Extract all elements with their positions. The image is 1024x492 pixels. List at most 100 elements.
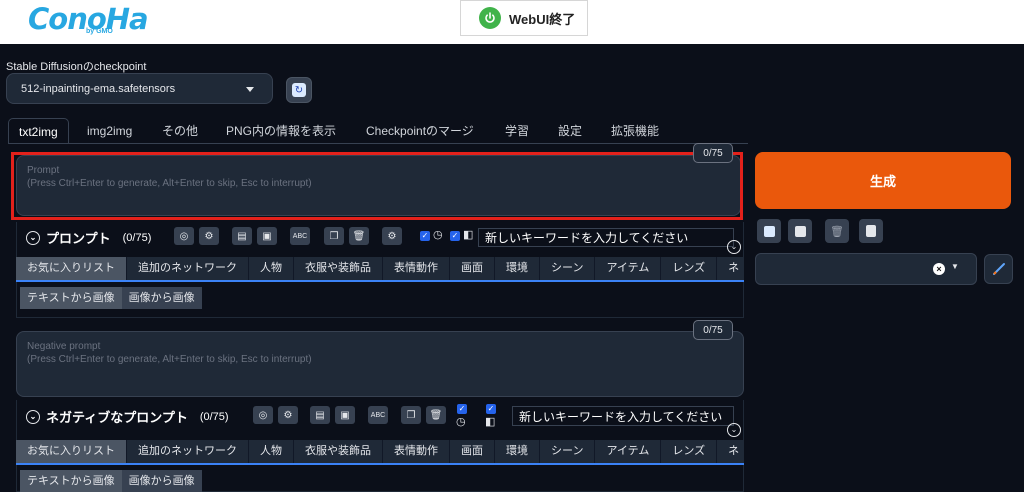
- generate-button[interactable]: 生成: [755, 152, 1011, 209]
- checkpoint-value: 512-inpainting-ema.safetensors: [21, 82, 176, 95]
- tab-divider: [8, 143, 748, 144]
- category-screen[interactable]: 画面: [450, 440, 495, 463]
- category-favorites[interactable]: お気に入りリスト: [16, 440, 127, 463]
- checkbox-checked[interactable]: ✓: [457, 404, 467, 414]
- gear-icon[interactable]: ⚙: [199, 227, 219, 245]
- negative-section-count: (0/75): [199, 410, 229, 423]
- prompt-section-title: プロンプト: [46, 231, 111, 246]
- checkpoint-select[interactable]: 512-inpainting-ema.safetensors: [6, 73, 273, 104]
- category-environment[interactable]: 環境: [495, 440, 540, 463]
- subtab-text-to-image[interactable]: テキストから画像: [20, 287, 122, 309]
- keyword-input[interactable]: 新しいキーワードを入力してください: [478, 228, 734, 247]
- globe-icon[interactable]: ◎: [174, 227, 194, 245]
- clock-icon: ◷: [433, 229, 443, 241]
- panel-icon: ◧: [485, 416, 496, 428]
- extra-networks-button[interactable]: [859, 219, 883, 243]
- settings-icon[interactable]: ⚙: [382, 227, 402, 245]
- negative-keyword-input[interactable]: 新しいキーワードを入力してください: [512, 406, 734, 426]
- refresh-checkpoint-button[interactable]: ↻: [286, 77, 312, 103]
- prompt-section-count: (0/75): [122, 231, 152, 244]
- tab-checkpoint-merger[interactable]: Checkpointのマージ: [356, 118, 484, 144]
- category-scene[interactable]: シーン: [540, 257, 596, 280]
- collapse-chevron-icon[interactable]: ⌄: [727, 240, 741, 254]
- tab-settings[interactable]: 設定: [548, 118, 592, 144]
- tab-png-info[interactable]: PNG内の情報を表示: [216, 118, 346, 144]
- category-screen[interactable]: 画面: [450, 257, 495, 280]
- checkpoint-label: Stable Diffusionのcheckpoint: [6, 61, 147, 73]
- keyword-placeholder: 新しいキーワードを入力してください: [485, 231, 689, 245]
- logo-byline: by GMO: [86, 28, 113, 35]
- caret-down-icon: [246, 87, 254, 92]
- quit-label: WebUI終了: [509, 11, 576, 27]
- highlight-box: [11, 152, 743, 220]
- arrow-corner-icon: [763, 225, 775, 237]
- negative-prompt-textarea[interactable]: Negative prompt (Press Ctrl+Enter to gen…: [16, 331, 744, 397]
- category-networks[interactable]: 追加のネットワーク: [127, 440, 249, 463]
- negative-section-title: ネガティブなプロンプト: [46, 410, 188, 425]
- chevron-down-icon: ⌄: [26, 230, 40, 245]
- category-expression[interactable]: 表情動作: [383, 257, 450, 280]
- document-icon[interactable]: ▤: [310, 406, 330, 424]
- tab-img2img[interactable]: img2img: [77, 118, 142, 144]
- category-more[interactable]: ネ: [717, 257, 744, 280]
- document-icon[interactable]: ▤: [232, 227, 252, 245]
- subtab-image-to-image[interactable]: 画像から画像: [122, 287, 202, 309]
- clear-styles-icon[interactable]: ×: [933, 263, 945, 275]
- prompt-category-tabs: お気に入りリスト 追加のネットワーク 人物 衣服や装飾品 表情動作 画面 環境 …: [16, 257, 744, 282]
- tab-txt2img[interactable]: txt2img: [8, 118, 69, 144]
- webui-quit-button[interactable]: WebUI終了: [460, 0, 588, 36]
- category-scene[interactable]: シーン: [540, 440, 596, 463]
- category-clothing[interactable]: 衣服や装飾品: [294, 440, 383, 463]
- category-more[interactable]: ネ: [717, 440, 744, 463]
- main-tabs: txt2img img2img その他 PNG内の情報を表示 Checkpoin…: [8, 118, 748, 144]
- category-networks[interactable]: 追加のネットワーク: [127, 257, 249, 280]
- category-item[interactable]: アイテム: [595, 257, 662, 280]
- top-bar: ConoHa by GMO WebUI終了: [0, 0, 1024, 44]
- paste-params-button[interactable]: [788, 219, 812, 243]
- category-favorites[interactable]: お気に入りリスト: [16, 257, 127, 280]
- negative-section-header[interactable]: ⌄ ネガティブなプロンプト (0/75): [26, 407, 229, 426]
- category-item[interactable]: アイテム: [595, 440, 662, 463]
- clipboard-icon: [866, 225, 876, 237]
- abc-icon[interactable]: ABC: [290, 227, 310, 245]
- clear-prompt-button[interactable]: 🗑: [825, 219, 849, 243]
- category-environment[interactable]: 環境: [495, 257, 540, 280]
- category-lens[interactable]: レンズ: [661, 440, 718, 463]
- caret-down-icon: ▼: [951, 262, 959, 271]
- category-person[interactable]: 人物: [249, 440, 294, 463]
- refresh-icon: ↻: [292, 83, 306, 97]
- bookmark-icon[interactable]: ▣: [335, 406, 355, 424]
- trash-icon[interactable]: 🗑: [349, 227, 369, 245]
- trash-icon[interactable]: 🗑: [426, 406, 446, 424]
- gear-icon[interactable]: ⚙: [278, 406, 298, 424]
- checkbox-checked[interactable]: ✓: [420, 231, 430, 241]
- power-icon: [479, 7, 501, 29]
- negative-token-counter: 0/75: [693, 320, 733, 340]
- edit-styles-button[interactable]: [984, 254, 1013, 284]
- read-params-button[interactable]: [757, 219, 781, 243]
- category-lens[interactable]: レンズ: [661, 257, 718, 280]
- subtab-image-to-image[interactable]: 画像から画像: [122, 470, 202, 492]
- negative-placeholder-title: Negative prompt: [27, 341, 101, 352]
- checkbox-checked[interactable]: ✓: [450, 231, 460, 241]
- category-expression[interactable]: 表情動作: [383, 440, 450, 463]
- tab-extensions[interactable]: 拡張機能: [601, 118, 669, 144]
- negative-placeholder-hint: (Press Ctrl+Enter to generate, Alt+Enter…: [27, 354, 312, 365]
- bookmark-icon[interactable]: ▣: [257, 227, 277, 245]
- tab-train[interactable]: 学習: [495, 118, 539, 144]
- prompt-subtabs: テキストから画像 画像から画像: [20, 287, 202, 309]
- subtab-text-to-image[interactable]: テキストから画像: [20, 470, 122, 492]
- copy-icon[interactable]: ❐: [324, 227, 344, 245]
- prompt-token-counter: 0/75: [693, 143, 733, 163]
- globe-icon[interactable]: ◎: [253, 406, 273, 424]
- trash-icon: 🗑: [830, 225, 844, 238]
- copy-icon[interactable]: ❐: [401, 406, 421, 424]
- category-person[interactable]: 人物: [249, 257, 294, 280]
- clock-icon: ◷: [456, 416, 466, 428]
- prompt-section-header[interactable]: ⌄ プロンプト (0/75): [26, 228, 151, 247]
- abc-icon[interactable]: ABC: [368, 406, 388, 424]
- category-clothing[interactable]: 衣服や装飾品: [294, 257, 383, 280]
- checkbox-checked[interactable]: ✓: [486, 404, 496, 414]
- collapse-chevron-icon[interactable]: ⌄: [727, 423, 741, 437]
- tab-extras[interactable]: その他: [152, 118, 208, 144]
